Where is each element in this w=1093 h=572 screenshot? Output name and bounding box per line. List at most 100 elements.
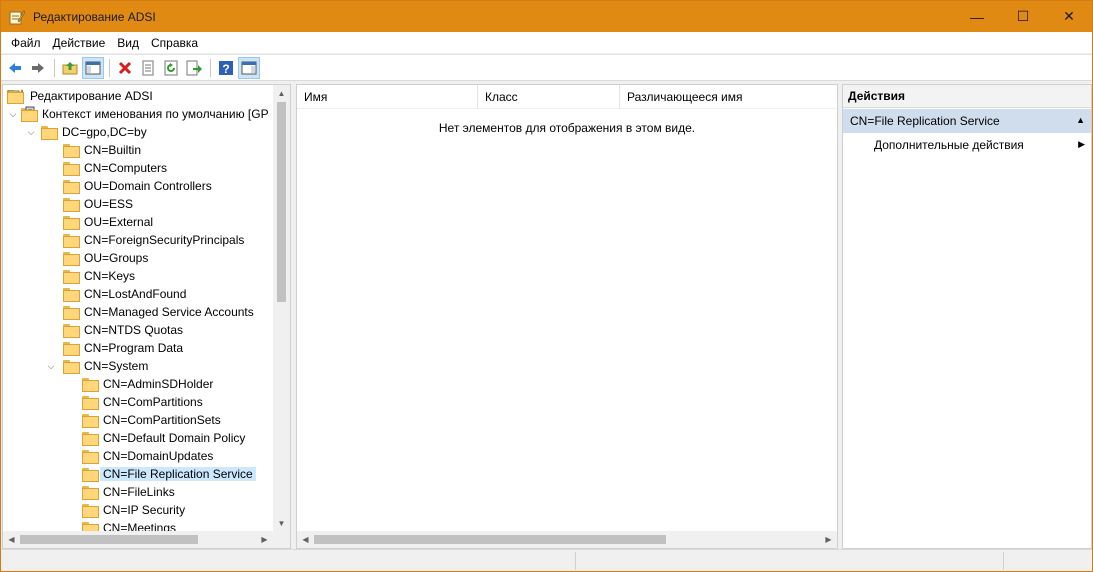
menu-action[interactable]: Действие [47, 36, 112, 50]
tree-vertical-scrollbar[interactable]: ▲ ▼ [273, 85, 290, 532]
tree-item[interactable]: OU=External [3, 213, 275, 231]
close-icon: ✕ [1063, 8, 1075, 24]
tree-context[interactable]: ⌵ Контекст именования по умолчанию [GP [3, 105, 275, 123]
folder-icon [63, 216, 80, 230]
tree-horizontal-scrollbar[interactable]: ◀ ▶ [3, 531, 290, 548]
tree-item[interactable]: CN=AdminSDHolder [3, 375, 275, 393]
tree-item-system[interactable]: ⌵ CN=System [3, 357, 275, 375]
tree-item-label: CN=Default Domain Policy [103, 431, 246, 445]
tree-item[interactable]: CN=NTDS Quotas [3, 321, 275, 339]
tree-item-label: CN=File Replication Service [100, 467, 256, 481]
folder-icon [63, 234, 80, 248]
tree-item[interactable]: CN=ComPartitions [3, 393, 275, 411]
column-name[interactable]: Имя [297, 85, 478, 109]
adsi-edit-window: Редактирование ADSI — ☐ ✕ Файл Действие … [0, 0, 1093, 572]
server-icon [21, 106, 38, 122]
export-list-button[interactable] [183, 57, 205, 79]
scroll-up-icon[interactable]: ▲ [273, 85, 290, 102]
tree-item[interactable]: CN=IP Security [3, 501, 275, 519]
folder-icon [63, 270, 80, 284]
tree-item-selected[interactable]: CN=File Replication Service [3, 465, 275, 483]
scroll-thumb[interactable] [277, 102, 286, 302]
properties-button[interactable] [137, 57, 159, 79]
tree-root[interactable]: Редактирование ADSI [3, 87, 275, 105]
tree-item[interactable]: OU=Domain Controllers [3, 177, 275, 195]
scroll-thumb[interactable] [314, 535, 666, 544]
scroll-down-icon[interactable]: ▼ [273, 515, 290, 532]
maximize-button[interactable]: ☐ [1000, 1, 1046, 32]
tree-item[interactable]: OU=ESS [3, 195, 275, 213]
tree-item[interactable]: CN=ForeignSecurityPrincipals [3, 231, 275, 249]
show-hide-console-tree-button[interactable] [82, 56, 104, 79]
folder-icon [63, 198, 80, 212]
chevron-down-icon[interactable]: ⌵ [45, 357, 57, 375]
tree-item[interactable]: CN=Computers [3, 159, 275, 177]
column-distinguished-name[interactable]: Различающееся имя [620, 85, 837, 109]
scroll-right-icon[interactable]: ▶ [820, 531, 837, 548]
minimize-button[interactable]: — [954, 1, 1000, 32]
forward-button[interactable] [27, 57, 49, 79]
tree-item[interactable]: CN=Program Data [3, 339, 275, 357]
tree-item-label: OU=Groups [84, 251, 149, 265]
refresh-button[interactable] [160, 57, 182, 79]
tree-item-label: CN=System [84, 359, 149, 373]
more-actions-label: Дополнительные действия [874, 138, 1024, 152]
tree-item[interactable]: CN=ComPartitionSets [3, 411, 275, 429]
more-actions-item[interactable]: Дополнительные действия ▶ [843, 133, 1091, 157]
folder-icon [63, 342, 80, 356]
tree-domain[interactable]: ⌵ DC=gpo,DC=by [3, 123, 275, 141]
folder-icon [41, 126, 58, 140]
scroll-right-icon[interactable]: ▶ [256, 531, 273, 548]
column-class[interactable]: Класс [478, 85, 620, 109]
up-one-level-button[interactable] [59, 57, 81, 79]
scroll-left-icon[interactable]: ◀ [297, 531, 314, 548]
back-button[interactable] [4, 57, 26, 79]
tree-item-label: OU=Domain Controllers [84, 179, 212, 193]
scroll-thumb[interactable] [20, 535, 198, 544]
tree-item[interactable]: CN=Managed Service Accounts [3, 303, 275, 321]
status-bar [1, 549, 1092, 571]
tree-item-label: CN=Program Data [84, 341, 184, 355]
menu-help[interactable]: Справка [145, 36, 204, 50]
show-hide-action-pane-button[interactable] [238, 56, 260, 79]
up-folder-icon [62, 61, 78, 74]
chevron-down-icon[interactable]: ⌵ [7, 105, 19, 123]
status-segment [1003, 552, 1004, 570]
export-list-icon [186, 60, 202, 75]
close-button[interactable]: ✕ [1046, 1, 1092, 32]
folder-icon [63, 162, 80, 176]
actions-group-label: CN=File Replication Service [850, 114, 1000, 128]
result-list-pane[interactable]: Имя Класс Различающееся имя Нет элементо… [296, 84, 838, 549]
tree-item[interactable]: CN=DomainUpdates [3, 447, 275, 465]
scroll-left-icon[interactable]: ◀ [3, 531, 20, 548]
chevron-down-icon[interactable]: ⌵ [25, 123, 37, 141]
show-hide-action-pane-icon [241, 61, 257, 74]
tree-item[interactable]: CN=Default Domain Policy [3, 429, 275, 447]
tree-item[interactable]: OU=Groups [3, 249, 275, 267]
folder-icon [63, 180, 80, 194]
folder-icon [63, 324, 80, 338]
tree-item[interactable]: CN=Builtin [3, 141, 275, 159]
help-button[interactable]: ? [215, 57, 237, 79]
menu-view[interactable]: Вид [111, 36, 145, 50]
tree-item[interactable]: CN=Keys [3, 267, 275, 285]
delete-button[interactable] [114, 57, 136, 79]
menu-file[interactable]: Файл [5, 36, 47, 50]
tree-item[interactable]: CN=FileLinks [3, 483, 275, 501]
console-tree-pane[interactable]: Редактирование ADSI ⌵ Контекст именовани… [2, 84, 291, 549]
folder-icon [82, 450, 99, 464]
tree-item-label: CN=Keys [84, 269, 136, 283]
delete-icon [118, 61, 132, 74]
toolbar-separator [109, 58, 110, 77]
tree-item-label: CN=Computers [84, 161, 168, 175]
folder-icon [82, 432, 99, 446]
list-horizontal-scrollbar[interactable]: ◀ ▶ [297, 531, 837, 548]
actions-title: Действия [843, 85, 1091, 108]
actions-group-header[interactable]: CN=File Replication Service ▲ [843, 109, 1091, 133]
tree-domain-label: DC=gpo,DC=by [62, 125, 147, 139]
tree-item[interactable]: CN=LostAndFound [3, 285, 275, 303]
tree-item-label: CN=ComPartitionSets [103, 413, 221, 427]
minimize-icon: — [970, 8, 984, 25]
collapse-up-icon[interactable]: ▲ [1076, 115, 1085, 125]
show-hide-tree-icon [85, 61, 101, 74]
